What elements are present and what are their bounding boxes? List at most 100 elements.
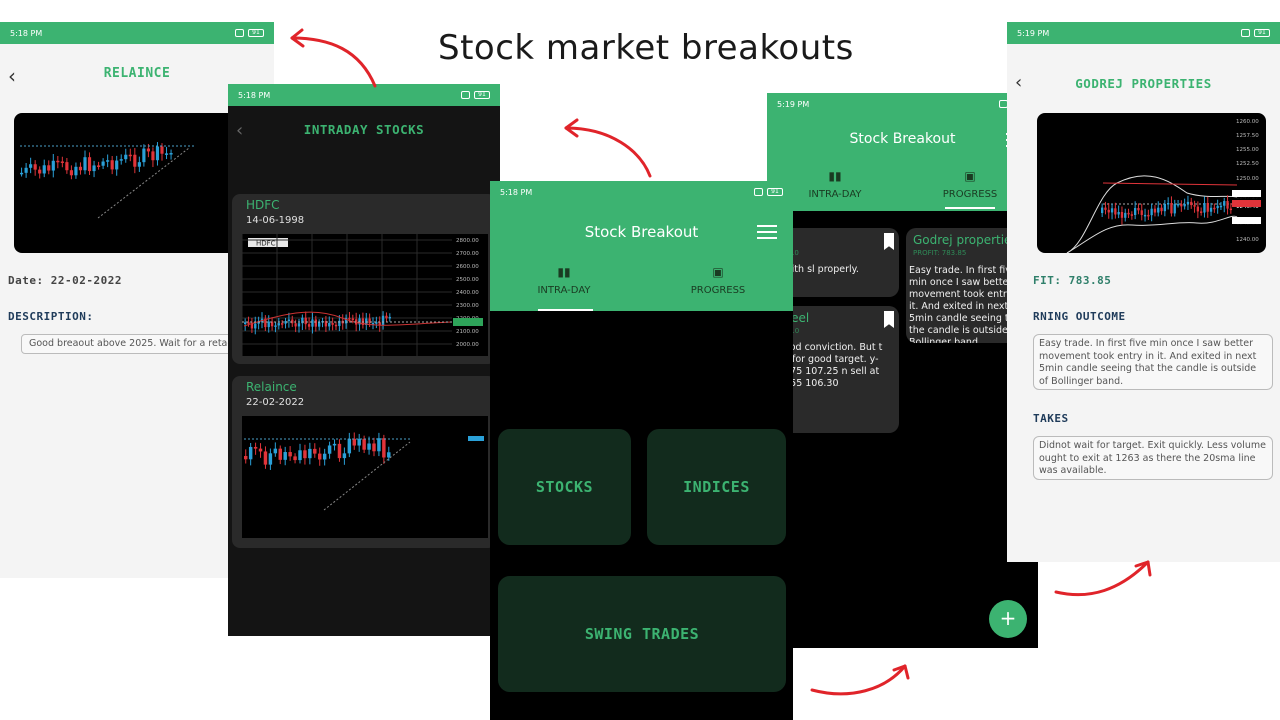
candle [1226, 201, 1229, 209]
tab-progress[interactable]: ▣ PROGRESS [678, 265, 758, 296]
stock-chart-thumbnail [242, 416, 488, 538]
candle [24, 167, 28, 173]
tab-label: INTRA-DAY [808, 189, 862, 200]
trend-line [323, 441, 411, 511]
candle [287, 319, 291, 322]
candle [337, 443, 342, 459]
tab-intra-day[interactable]: ▮▮ INTRA-DAY [524, 265, 604, 296]
candle [254, 323, 257, 329]
candle [303, 450, 307, 459]
candle [38, 169, 42, 174]
candle [322, 453, 327, 460]
stocks-tile[interactable]: STOCKS [498, 429, 631, 545]
swing-trades-tile[interactable]: SWING TRADES [498, 576, 786, 692]
candle [83, 157, 87, 171]
candle [128, 154, 132, 157]
bar-chart-icon: ▮▮ [557, 265, 571, 279]
arrow-head-icon [892, 664, 910, 680]
bookmark-icon[interactable] [884, 311, 894, 328]
status-time: 5:19 PM [1017, 28, 1050, 38]
sim-icon [235, 29, 244, 37]
candle [311, 319, 314, 327]
candle [1229, 208, 1233, 211]
progress-screen: 5:19 PM 91 Stock Breakout ▮▮ INTRA-DAY ▣… [767, 93, 1038, 648]
candle [298, 450, 302, 461]
arrow-head-icon [564, 118, 579, 138]
price-tick: 2100.00 [456, 329, 479, 335]
candle [1117, 211, 1120, 215]
status-bar: 5:19 PM 91 [1007, 22, 1280, 44]
candle [307, 324, 311, 327]
app-title: Stock Breakout [849, 131, 956, 147]
tab-progress[interactable]: ▣ PROGRESS [930, 169, 1010, 200]
candle [137, 162, 141, 167]
candle [1160, 207, 1163, 212]
hamburger-menu-icon[interactable] [757, 225, 777, 243]
candle [1190, 201, 1193, 206]
candle [1127, 212, 1130, 215]
candle [87, 157, 92, 172]
candle [1216, 205, 1219, 209]
profit-text: FIT: 783.85 [1033, 274, 1112, 287]
candle [348, 317, 351, 320]
godrej-detail-screen: 5:19 PM 91 ‹ GODREJ PROPERTIES 1260.00 12… [1007, 22, 1280, 562]
arrow-icon [1054, 560, 1150, 597]
price-tag [1232, 190, 1261, 197]
bar-chart-icon: ▮▮ [828, 169, 842, 183]
candle [377, 438, 381, 452]
indices-tile[interactable]: INDICES [647, 429, 786, 545]
candle [1130, 214, 1134, 216]
bookmark-icon[interactable] [884, 233, 894, 250]
arrow-icon [810, 664, 907, 696]
candle [78, 166, 83, 171]
sim-icon [754, 188, 763, 196]
candle [357, 438, 361, 446]
bollinger-lower [1066, 215, 1238, 253]
candle [308, 448, 312, 459]
stock-card-hdfc[interactable]: HDFC 14-06-1998 HDFC 2800.00 2700.00 2600.… [232, 194, 496, 364]
candle [42, 165, 46, 174]
candle [29, 164, 33, 168]
app-title: Stock Breakout [584, 223, 699, 241]
candle [334, 324, 338, 327]
mistakes-field[interactable]: Didnot wait for target. Exit quickly. Le… [1033, 436, 1273, 480]
arrow-icon [564, 126, 652, 178]
candle [133, 154, 137, 167]
candle [1137, 208, 1140, 211]
candle [1114, 208, 1117, 215]
tab-label: INTRA-DAY [537, 285, 591, 296]
candle [268, 453, 273, 465]
candle [291, 319, 294, 324]
candle [294, 323, 297, 327]
stock-card-relaince[interactable]: Relaince 22-02-2022 [232, 376, 496, 548]
tab-intra-day[interactable]: ▮▮ INTRA-DAY [795, 169, 875, 200]
candle [106, 160, 110, 162]
learning-outcome-field[interactable]: Easy trade. In first five min once I saw… [1033, 334, 1273, 390]
stock-name: HDFC [246, 198, 280, 212]
price-tick: 2600.00 [456, 264, 479, 270]
price-tick: 2000.00 [456, 342, 479, 348]
tab-label: PROGRESS [690, 285, 746, 296]
add-note-button[interactable]: + [989, 600, 1027, 638]
candle [1153, 208, 1157, 213]
stock-date: 22-02-2022 [246, 397, 305, 408]
candle [332, 443, 337, 446]
candle [1213, 207, 1216, 210]
candle [1134, 208, 1137, 216]
candle [318, 453, 322, 460]
candle [1173, 204, 1176, 214]
showcase-canvas: Stock market breakouts 5:18 PM 91 ‹ RELA… [0, 0, 1280, 720]
status-bar: 5:19 PM 91 [767, 93, 1038, 115]
candle [1140, 210, 1143, 215]
candle [33, 164, 37, 170]
candle [92, 165, 96, 172]
candle [327, 445, 332, 454]
candle [1219, 205, 1223, 208]
tab-label: PROGRESS [942, 189, 998, 200]
gift-icon: ▣ [712, 265, 724, 279]
screen-title: INTRADAY STOCKS [303, 122, 425, 137]
status-bar: 5:18 PM 91 [0, 22, 274, 44]
candle [1196, 206, 1200, 212]
description-label: DESCRIPTION: [8, 310, 94, 323]
sim-icon [461, 91, 470, 99]
